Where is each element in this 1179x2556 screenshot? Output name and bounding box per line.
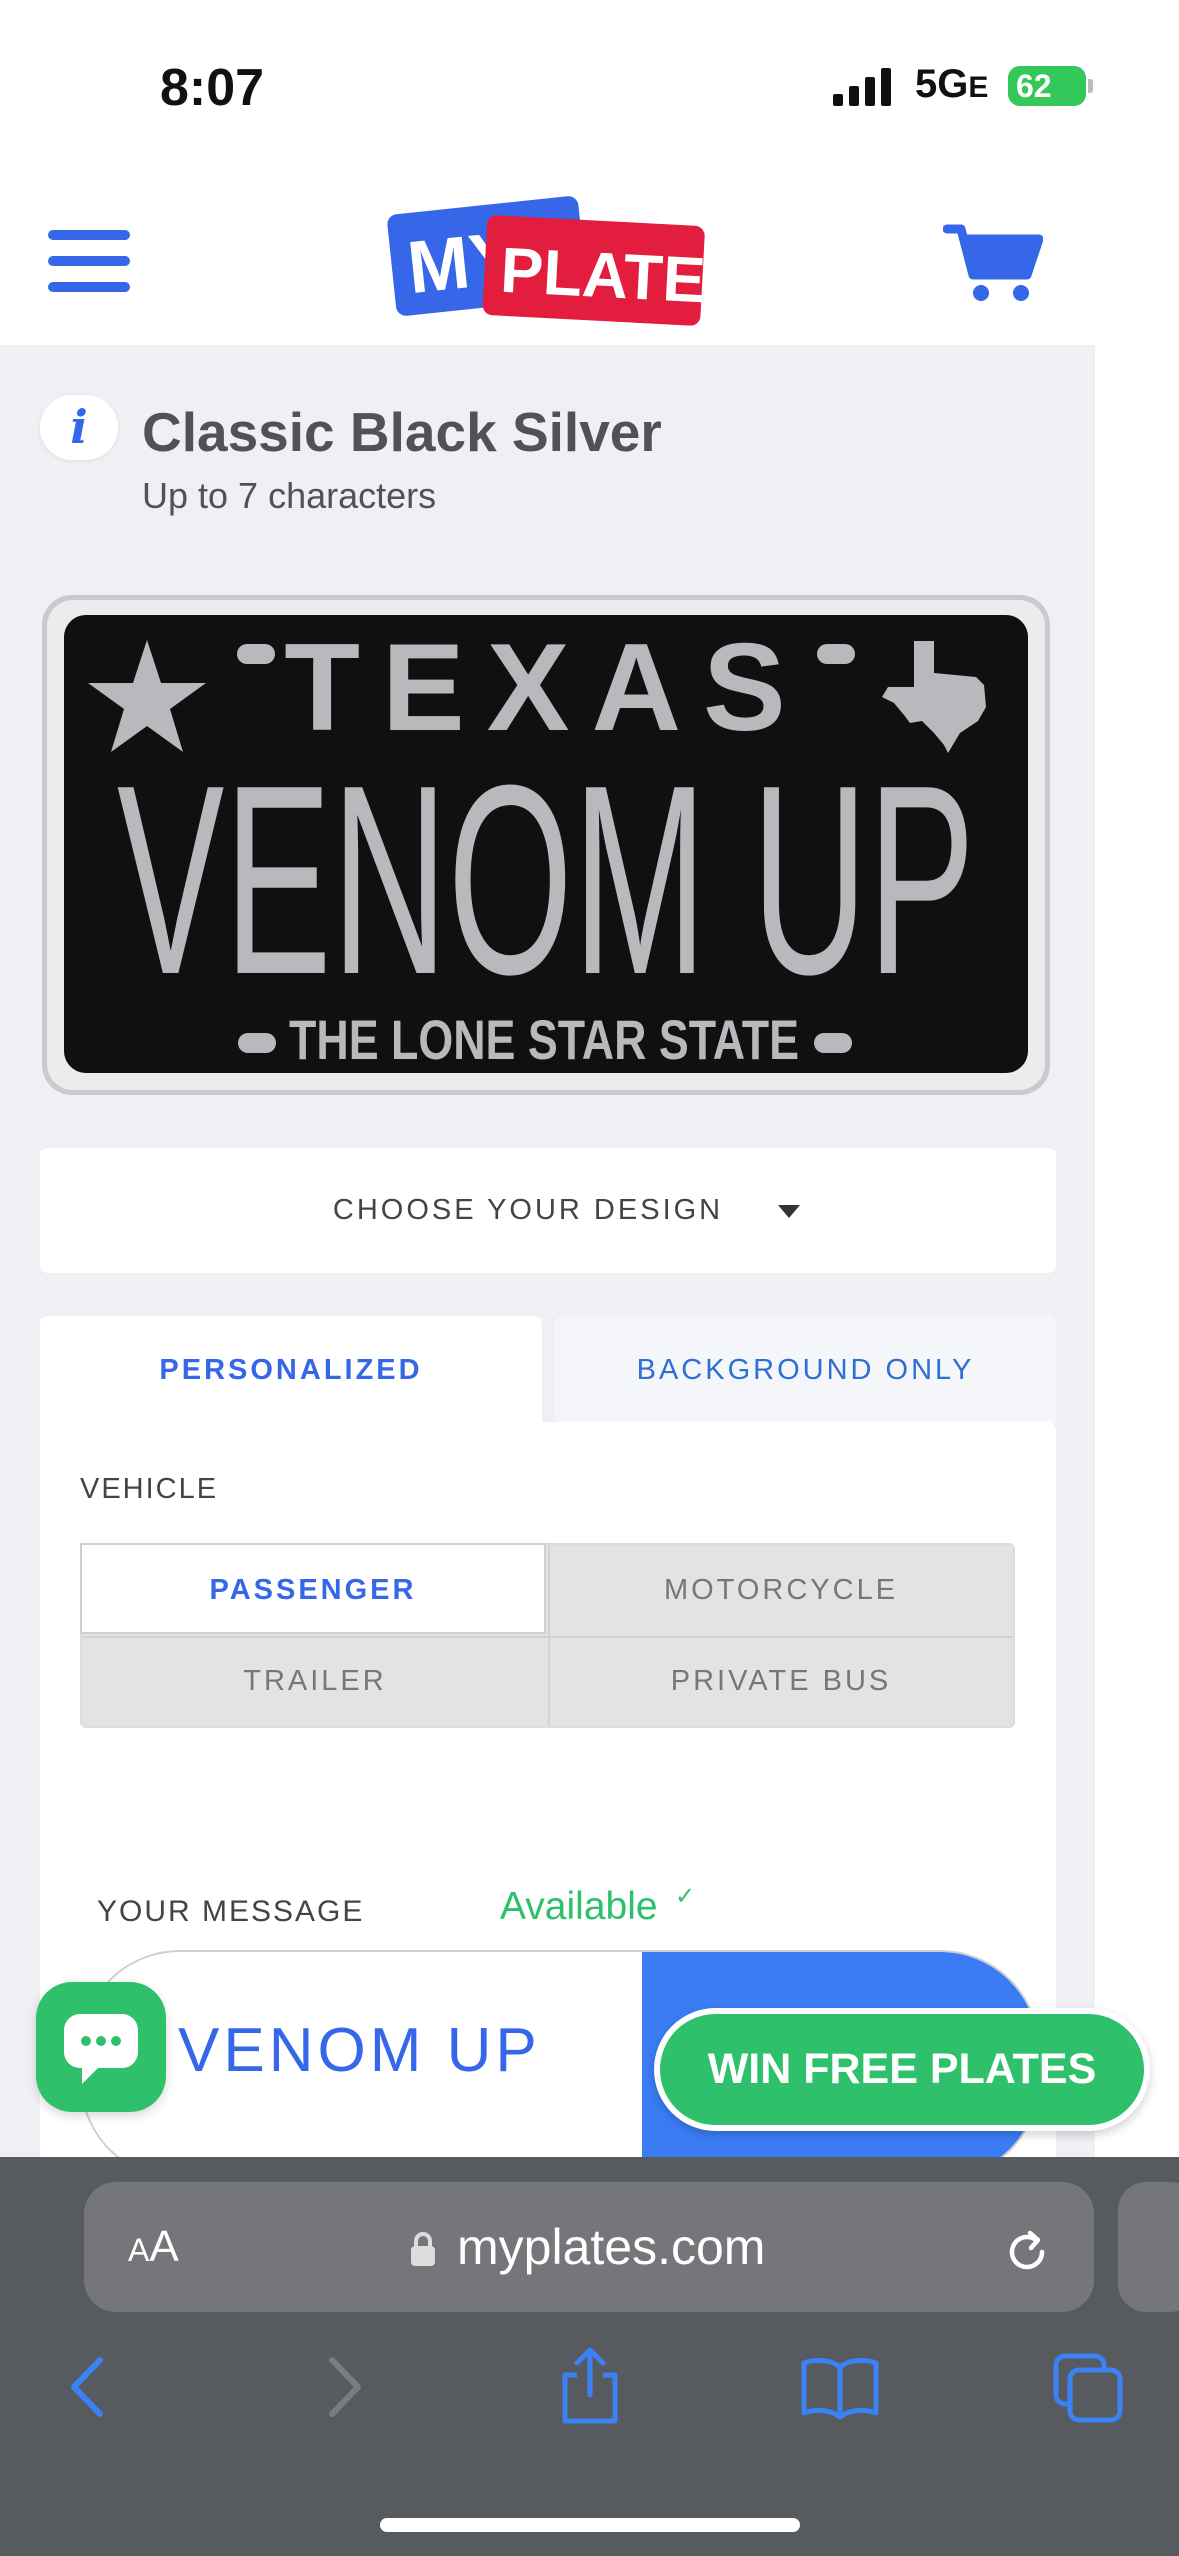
vehicle-label: VEHICLE bbox=[80, 1473, 219, 1505]
design-subtitle: Up to 7 characters bbox=[142, 475, 437, 516]
app-root: 8:07 5GE 62 MY PLATES i Classic Black Si… bbox=[0, 0, 1179, 2556]
tab-background-only[interactable]: BACKGROUND ONLY bbox=[555, 1316, 1056, 1424]
message-label: YOUR MESSAGE bbox=[97, 1895, 365, 1928]
message-input-value[interactable]: VENOM UP bbox=[178, 2015, 541, 2086]
status-time: 8:07 bbox=[160, 59, 265, 117]
myplates-logo[interactable]: MY PLATES bbox=[383, 185, 711, 335]
battery-tip bbox=[1088, 79, 1093, 93]
plate-preview: TEXAS VENOM UP THE LONE STAR STATE bbox=[42, 595, 1050, 1095]
cart-icon[interactable] bbox=[943, 215, 1043, 305]
vehicle-option-passenger[interactable]: PASSENGER bbox=[80, 1543, 546, 1634]
cellular-signal-icon bbox=[833, 68, 891, 106]
forward-icon[interactable] bbox=[318, 2352, 368, 2422]
caret-down-icon bbox=[778, 1205, 800, 1218]
choose-design-dropdown[interactable]: CHOOSE YOUR DESIGN bbox=[40, 1148, 1056, 1273]
vehicle-option-motorcycle[interactable]: MOTORCYCLE bbox=[548, 1545, 1014, 1636]
network-type: 5G bbox=[915, 62, 969, 106]
hamburger-menu-button[interactable] bbox=[48, 230, 134, 292]
availability-status: Available bbox=[500, 1885, 658, 1928]
battery-icon: 62 bbox=[1008, 66, 1086, 106]
chat-bubble-icon bbox=[64, 2014, 138, 2084]
design-title: Classic Black Silver bbox=[142, 401, 662, 463]
aa-small: A bbox=[128, 2232, 150, 2268]
tab-personalized[interactable]: PERSONALIZED bbox=[40, 1316, 542, 1424]
share-icon[interactable] bbox=[555, 2345, 625, 2425]
status-bar: 8:07 5GE 62 bbox=[0, 0, 1179, 170]
vehicle-option-trailer[interactable]: TRAILER bbox=[82, 1636, 548, 1727]
home-indicator[interactable] bbox=[380, 2518, 800, 2532]
check-icon: ✓ bbox=[675, 1883, 696, 1910]
vehicle-option-private-bus[interactable]: PRIVATE BUS bbox=[548, 1636, 1014, 1727]
info-glyph: i bbox=[70, 400, 88, 454]
info-icon[interactable]: i bbox=[40, 395, 118, 460]
plate-slogan-text: THE LONE STAR STATE bbox=[289, 1008, 799, 1071]
plate-message-text: VENOM UP bbox=[117, 730, 975, 1031]
aa-large: A bbox=[149, 2222, 179, 2271]
vehicle-selector: PASSENGER MOTORCYCLE TRAILER PRIVATE BUS bbox=[80, 1543, 1015, 1728]
chat-button[interactable] bbox=[36, 1982, 166, 2112]
reader-text-size-button[interactable]: AA bbox=[128, 2222, 179, 2272]
network-suffix: E bbox=[968, 71, 989, 104]
bookmarks-icon[interactable] bbox=[800, 2355, 880, 2419]
choose-design-label: CHOOSE YOUR DESIGN bbox=[332, 1194, 724, 1226]
lock-icon bbox=[411, 2232, 435, 2266]
network-indicator: 5GE bbox=[915, 62, 988, 107]
back-icon[interactable] bbox=[64, 2352, 114, 2422]
tabs-icon[interactable] bbox=[1052, 2352, 1124, 2424]
logo-text-plates: PLATES bbox=[499, 234, 711, 319]
reload-icon[interactable] bbox=[1000, 2224, 1056, 2280]
site-header: MY PLATES bbox=[0, 170, 1095, 345]
battery-level: 62 bbox=[1016, 68, 1052, 104]
url-text[interactable]: myplates.com bbox=[457, 2218, 765, 2276]
win-free-plates-button[interactable]: WIN FREE PLATES bbox=[654, 2008, 1150, 2131]
next-tab-preview[interactable] bbox=[1118, 2182, 1179, 2312]
page-gutter bbox=[1095, 170, 1179, 2160]
